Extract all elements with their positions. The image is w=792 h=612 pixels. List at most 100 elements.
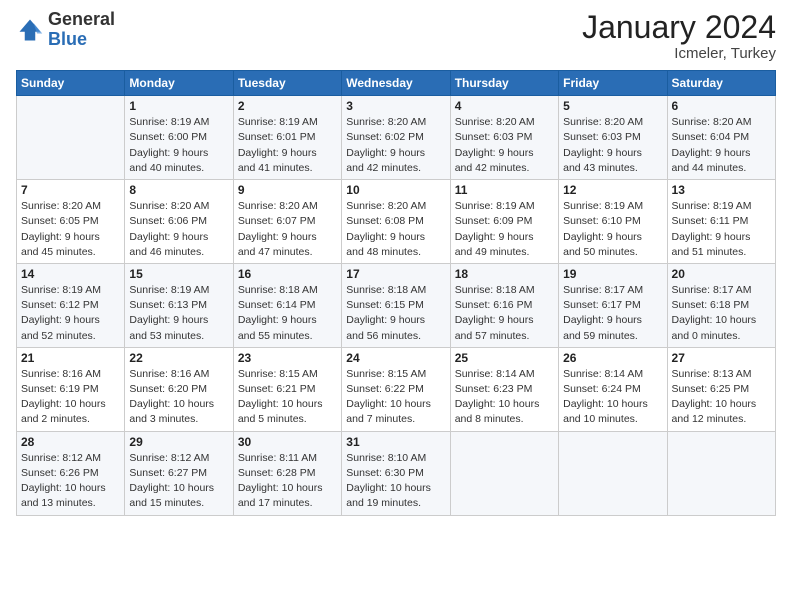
day-number: 30 bbox=[238, 435, 337, 449]
day-detail: Sunrise: 8:18 AMSunset: 6:15 PMDaylight:… bbox=[346, 283, 445, 344]
day-cell: 10 Sunrise: 8:20 AMSunset: 6:08 PMDayligh… bbox=[342, 180, 450, 264]
day-cell: 20 Sunrise: 8:17 AMSunset: 6:18 PMDayligh… bbox=[667, 263, 775, 347]
day-cell: 4 Sunrise: 8:20 AMSunset: 6:03 PMDaylight… bbox=[450, 96, 558, 180]
day-cell: 27 Sunrise: 8:13 AMSunset: 6:25 PMDayligh… bbox=[667, 347, 775, 431]
day-header: Tuesday bbox=[233, 71, 341, 96]
day-cell: 26 Sunrise: 8:14 AMSunset: 6:24 PMDayligh… bbox=[559, 347, 667, 431]
day-number: 19 bbox=[563, 267, 662, 281]
day-detail: Sunrise: 8:15 AMSunset: 6:22 PMDaylight:… bbox=[346, 367, 445, 428]
logo: General Blue bbox=[16, 10, 115, 50]
day-cell: 8 Sunrise: 8:20 AMSunset: 6:06 PMDaylight… bbox=[125, 180, 233, 264]
day-number: 22 bbox=[129, 351, 228, 365]
day-cell bbox=[450, 431, 558, 515]
day-number: 20 bbox=[672, 267, 771, 281]
week-row: 7 Sunrise: 8:20 AMSunset: 6:05 PMDaylight… bbox=[17, 180, 776, 264]
day-number: 14 bbox=[21, 267, 120, 281]
day-detail: Sunrise: 8:14 AMSunset: 6:23 PMDaylight:… bbox=[455, 367, 554, 428]
day-number: 9 bbox=[238, 183, 337, 197]
day-number: 11 bbox=[455, 183, 554, 197]
day-header: Thursday bbox=[450, 71, 558, 96]
day-cell: 12Sunrise: 8:19 AMSunset: 6:10 PMDayligh… bbox=[559, 180, 667, 264]
location: Icmeler, Turkey bbox=[582, 45, 776, 62]
day-cell bbox=[559, 431, 667, 515]
day-number: 6 bbox=[672, 99, 771, 113]
day-detail: Sunrise: 8:14 AMSunset: 6:24 PMDaylight:… bbox=[563, 367, 662, 428]
day-number: 27 bbox=[672, 351, 771, 365]
day-number: 5 bbox=[563, 99, 662, 113]
logo-icon bbox=[16, 16, 44, 44]
logo-general: General bbox=[48, 10, 115, 30]
day-number: 1 bbox=[129, 99, 228, 113]
day-detail: Sunrise: 8:16 AMSunset: 6:20 PMDaylight:… bbox=[129, 367, 228, 428]
day-detail: Sunrise: 8:11 AMSunset: 6:28 PMDaylight:… bbox=[238, 451, 337, 512]
day-number: 10 bbox=[346, 183, 445, 197]
day-detail: Sunrise: 8:19 AMSunset: 6:10 PMDaylight:… bbox=[563, 199, 662, 260]
day-detail: Sunrise: 8:20 AMSunset: 6:07 PMDaylight:… bbox=[238, 199, 337, 260]
day-detail: Sunrise: 8:20 AMSunset: 6:03 PMDaylight:… bbox=[563, 115, 662, 176]
day-detail: Sunrise: 8:20 AMSunset: 6:06 PMDaylight:… bbox=[129, 199, 228, 260]
day-number: 3 bbox=[346, 99, 445, 113]
day-cell: 16 Sunrise: 8:18 AMSunset: 6:14 PMDayligh… bbox=[233, 263, 341, 347]
day-detail: Sunrise: 8:19 AMSunset: 6:12 PMDaylight:… bbox=[21, 283, 120, 344]
day-cell: 31Sunrise: 8:10 AMSunset: 6:30 PMDayligh… bbox=[342, 431, 450, 515]
day-detail: Sunrise: 8:16 AMSunset: 6:19 PMDaylight:… bbox=[21, 367, 120, 428]
day-detail: Sunrise: 8:20 AMSunset: 6:02 PMDaylight:… bbox=[346, 115, 445, 176]
day-cell bbox=[17, 96, 125, 180]
day-header: Monday bbox=[125, 71, 233, 96]
week-row: 21 Sunrise: 8:16 AMSunset: 6:19 PMDayligh… bbox=[17, 347, 776, 431]
header: General Blue January 2024 Icmeler, Turke… bbox=[16, 10, 776, 62]
day-cell: 19 Sunrise: 8:17 AMSunset: 6:17 PMDayligh… bbox=[559, 263, 667, 347]
day-detail: Sunrise: 8:20 AMSunset: 6:03 PMDaylight:… bbox=[455, 115, 554, 176]
day-cell: 21 Sunrise: 8:16 AMSunset: 6:19 PMDayligh… bbox=[17, 347, 125, 431]
title-block: January 2024 Icmeler, Turkey bbox=[582, 10, 776, 62]
day-detail: Sunrise: 8:17 AMSunset: 6:18 PMDaylight:… bbox=[672, 283, 771, 344]
day-cell: 13 Sunrise: 8:19 AMSunset: 6:11 PMDayligh… bbox=[667, 180, 775, 264]
day-number: 4 bbox=[455, 99, 554, 113]
day-number: 8 bbox=[129, 183, 228, 197]
week-row: 1 Sunrise: 8:19 AMSunset: 6:00 PMDaylight… bbox=[17, 96, 776, 180]
day-detail: Sunrise: 8:20 AMSunset: 6:08 PMDaylight:… bbox=[346, 199, 445, 260]
day-cell: 22 Sunrise: 8:16 AMSunset: 6:20 PMDayligh… bbox=[125, 347, 233, 431]
day-number: 7 bbox=[21, 183, 120, 197]
day-number: 24 bbox=[346, 351, 445, 365]
day-number: 17 bbox=[346, 267, 445, 281]
day-detail: Sunrise: 8:17 AMSunset: 6:17 PMDaylight:… bbox=[563, 283, 662, 344]
day-cell: 3 Sunrise: 8:20 AMSunset: 6:02 PMDaylight… bbox=[342, 96, 450, 180]
day-header: Wednesday bbox=[342, 71, 450, 96]
day-cell: 6Sunrise: 8:20 AMSunset: 6:04 PMDaylight… bbox=[667, 96, 775, 180]
day-number: 29 bbox=[129, 435, 228, 449]
day-number: 21 bbox=[21, 351, 120, 365]
day-detail: Sunrise: 8:19 AMSunset: 6:13 PMDaylight:… bbox=[129, 283, 228, 344]
day-detail: Sunrise: 8:19 AMSunset: 6:00 PMDaylight:… bbox=[129, 115, 228, 176]
day-cell: 15 Sunrise: 8:19 AMSunset: 6:13 PMDayligh… bbox=[125, 263, 233, 347]
logo-blue: Blue bbox=[48, 30, 115, 50]
day-cell: 24 Sunrise: 8:15 AMSunset: 6:22 PMDayligh… bbox=[342, 347, 450, 431]
week-row: 28Sunrise: 8:12 AMSunset: 6:26 PMDayligh… bbox=[17, 431, 776, 515]
day-detail: Sunrise: 8:13 AMSunset: 6:25 PMDaylight:… bbox=[672, 367, 771, 428]
day-cell: 9 Sunrise: 8:20 AMSunset: 6:07 PMDaylight… bbox=[233, 180, 341, 264]
day-detail: Sunrise: 8:15 AMSunset: 6:21 PMDaylight:… bbox=[238, 367, 337, 428]
day-detail: Sunrise: 8:19 AMSunset: 6:09 PMDaylight:… bbox=[455, 199, 554, 260]
week-row: 14 Sunrise: 8:19 AMSunset: 6:12 PMDayligh… bbox=[17, 263, 776, 347]
day-number: 16 bbox=[238, 267, 337, 281]
day-number: 23 bbox=[238, 351, 337, 365]
day-number: 31 bbox=[346, 435, 445, 449]
month-year: January 2024 bbox=[582, 10, 776, 45]
day-detail: Sunrise: 8:19 AMSunset: 6:11 PMDaylight:… bbox=[672, 199, 771, 260]
day-header: Saturday bbox=[667, 71, 775, 96]
day-number: 2 bbox=[238, 99, 337, 113]
day-number: 28 bbox=[21, 435, 120, 449]
day-number: 26 bbox=[563, 351, 662, 365]
day-cell: 1 Sunrise: 8:19 AMSunset: 6:00 PMDaylight… bbox=[125, 96, 233, 180]
day-detail: Sunrise: 8:18 AMSunset: 6:14 PMDaylight:… bbox=[238, 283, 337, 344]
day-cell bbox=[667, 431, 775, 515]
day-cell: 14 Sunrise: 8:19 AMSunset: 6:12 PMDayligh… bbox=[17, 263, 125, 347]
day-cell: 30 Sunrise: 8:11 AMSunset: 6:28 PMDayligh… bbox=[233, 431, 341, 515]
day-number: 15 bbox=[129, 267, 228, 281]
day-header: Sunday bbox=[17, 71, 125, 96]
day-detail: Sunrise: 8:20 AMSunset: 6:05 PMDaylight:… bbox=[21, 199, 120, 260]
day-cell: 18Sunrise: 8:18 AMSunset: 6:16 PMDayligh… bbox=[450, 263, 558, 347]
day-number: 13 bbox=[672, 183, 771, 197]
day-cell: 25Sunrise: 8:14 AMSunset: 6:23 PMDayligh… bbox=[450, 347, 558, 431]
day-cell: 29Sunrise: 8:12 AMSunset: 6:27 PMDayligh… bbox=[125, 431, 233, 515]
